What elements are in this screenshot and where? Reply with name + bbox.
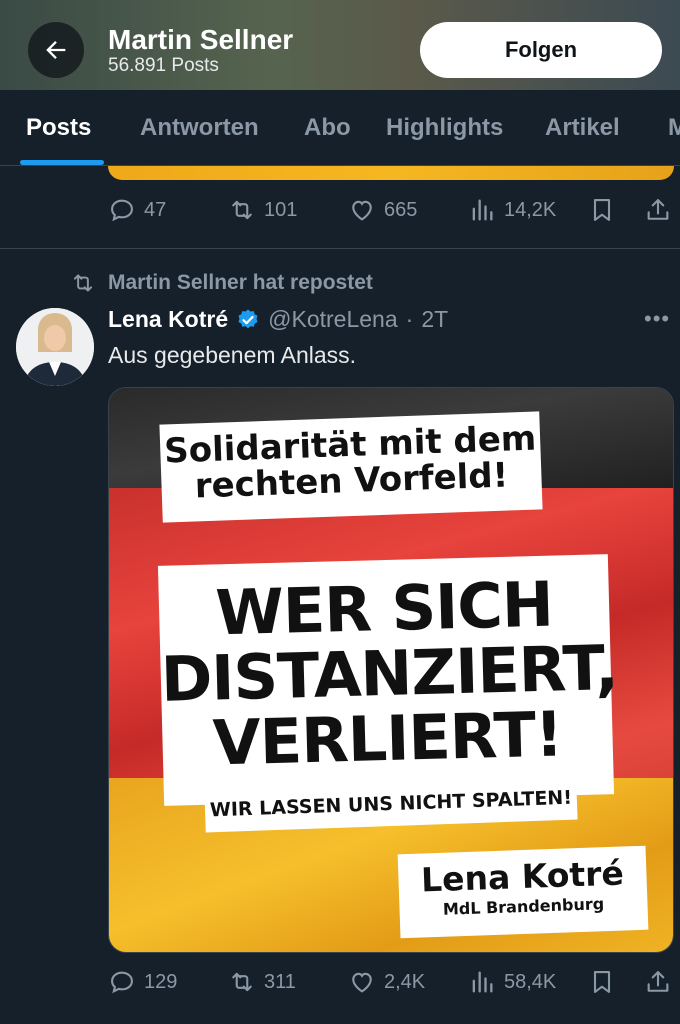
share-icon: [647, 971, 669, 992]
tab-posts[interactable]: Posts: [26, 114, 91, 142]
tweet-actions: 129 311 2,4K 58,4K: [108, 968, 674, 998]
signature-name: Lena Kotré: [420, 853, 625, 900]
tweet-text: Aus gegebenem Anlass.: [108, 342, 357, 368]
verified-badge-icon: [238, 309, 258, 328]
profile-tabs: Posts Antworten Abo Highlights Artikel M: [0, 90, 680, 166]
like-count: 2,4K: [384, 970, 426, 993]
bookmark-button[interactable]: [588, 196, 616, 224]
repost-count: 101: [264, 198, 298, 221]
author-handle[interactable]: @KotreLena: [268, 306, 398, 333]
previous-tweet-actions: 47 101 665 14,2K: [108, 196, 674, 226]
heart-icon: [352, 200, 372, 221]
share-icon: [647, 199, 669, 220]
repost-icon: [232, 972, 252, 992]
repost-button[interactable]: 311: [228, 968, 296, 996]
reply-count: 47: [144, 198, 167, 221]
repost-count: 311: [264, 970, 296, 993]
handle-separator: ·: [405, 306, 414, 332]
repost-icon: [73, 274, 93, 292]
repost-label: Martin Sellner hat repostet: [108, 271, 373, 294]
tweet-divider: [0, 248, 680, 249]
bookmark-button[interactable]: [588, 968, 616, 996]
author-row: Lena Kotré @KotreLena · 2T: [108, 306, 448, 333]
tab-highlights[interactable]: Highlights: [386, 114, 503, 142]
follow-button[interactable]: Folgen: [420, 22, 662, 78]
slogan-line-3: VERLIERT!: [211, 697, 564, 780]
profile-header: Martin Sellner 56.891 Posts Folgen: [0, 0, 680, 90]
share-button[interactable]: [644, 196, 672, 224]
views-button[interactable]: 14,2K: [468, 196, 556, 224]
bookmark-icon: [593, 971, 611, 993]
image-signature: Lena Kotré MdL Brandenburg: [397, 845, 649, 939]
post-count: 56.891 Posts: [108, 55, 219, 76]
views-count: 58,4K: [504, 970, 557, 993]
image-headline: Solidarität mit dem rechten Vorfeld!: [159, 411, 543, 523]
reply-icon: [111, 199, 133, 222]
like-count: 665: [384, 198, 418, 221]
heart-icon: [352, 972, 372, 993]
views-icon: [472, 199, 493, 221]
bookmark-icon: [593, 199, 611, 221]
active-tab-indicator: [20, 160, 104, 165]
views-icon: [472, 971, 493, 993]
reply-button[interactable]: 129: [108, 968, 177, 996]
tab-antworten[interactable]: Antworten: [140, 114, 259, 142]
tweet-image[interactable]: Solidarität mit dem rechten Vorfeld! WER…: [108, 387, 674, 953]
more-options-icon[interactable]: •••: [644, 306, 670, 332]
author-avatar[interactable]: [16, 308, 94, 386]
author-name[interactable]: Lena Kotré: [108, 306, 228, 333]
reply-button[interactable]: 47: [108, 196, 166, 224]
tab-artikel[interactable]: Artikel: [545, 114, 620, 142]
image-main-slogan: WER SICH DISTANZIERT, VERLIERT!: [157, 554, 619, 806]
back-button[interactable]: [28, 22, 84, 78]
tab-more[interactable]: M: [668, 114, 680, 142]
tab-abo[interactable]: Abo: [304, 114, 351, 142]
views-count: 14,2K: [504, 198, 557, 221]
arrow-left-icon: [46, 41, 66, 59]
profile-name: Martin Sellner: [108, 24, 294, 55]
repost-indicator[interactable]: Martin Sellner hat repostet: [70, 270, 373, 296]
previous-tweet-image[interactable]: [108, 166, 674, 180]
repost-icon: [232, 200, 252, 220]
tweet-time[interactable]: 2T: [421, 306, 448, 333]
like-button[interactable]: 665: [348, 196, 417, 224]
avatar-portrait: [16, 308, 94, 386]
reply-count: 129: [144, 970, 178, 993]
share-button[interactable]: [644, 968, 672, 996]
like-button[interactable]: 2,4K: [348, 968, 425, 996]
views-button[interactable]: 58,4K: [468, 968, 556, 996]
reply-icon: [111, 971, 133, 994]
repost-button[interactable]: 101: [228, 196, 297, 224]
